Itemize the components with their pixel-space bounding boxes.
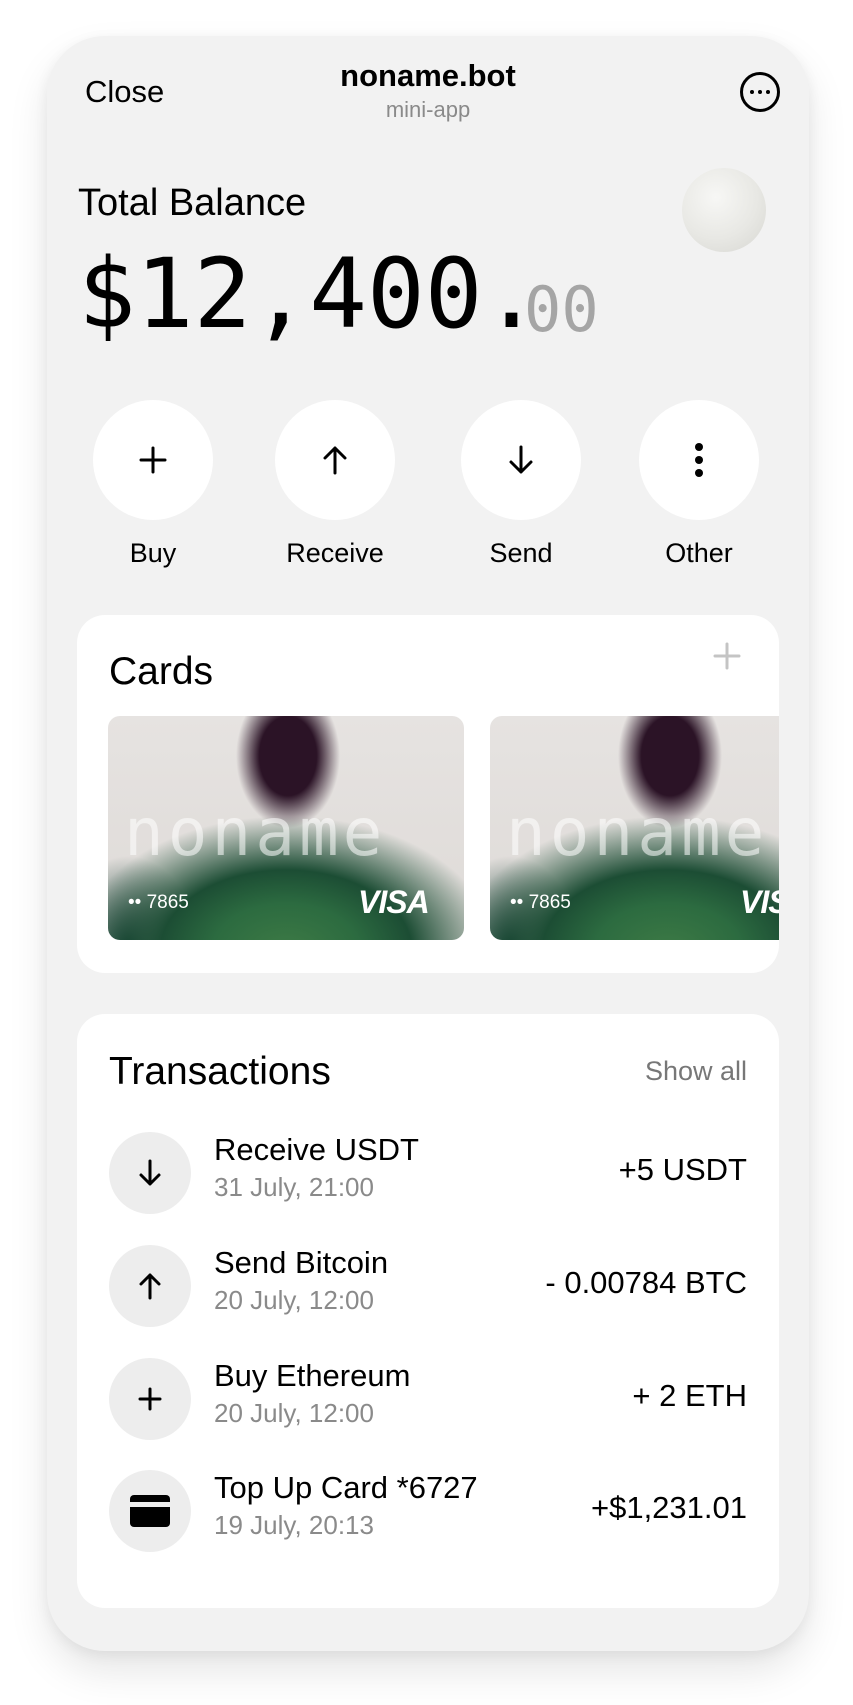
card-last-digits: •• 7865 (128, 892, 189, 913)
total-balance-cents: 00 (524, 273, 599, 346)
more-horizontal-icon (750, 90, 770, 94)
show-all-link[interactable]: Show all (645, 1056, 747, 1087)
transaction-date: 20 July, 12:00 (214, 1398, 374, 1428)
plus-icon (138, 1387, 162, 1411)
card-wordmark: noname (124, 794, 387, 871)
total-balance-amount: $12,400. (78, 238, 541, 350)
cards-panel: Cards noname •• 7865 VISA noname •• 7865… (77, 615, 779, 973)
payment-card[interactable]: noname •• 7865 VISA (490, 716, 779, 940)
arrow-down-icon (509, 445, 533, 474)
total-balance-label: Total Balance (78, 182, 307, 224)
send-button[interactable]: Send (461, 400, 581, 569)
transaction-title: Buy Ethereum (214, 1358, 411, 1393)
arrow-up-icon (323, 446, 347, 475)
transaction-title: Top Up Card *6727 (214, 1470, 478, 1505)
app-subtitle: mini-app (385, 97, 471, 122)
arrow-up-icon (139, 1273, 161, 1300)
other-button[interactable]: Other (639, 400, 759, 569)
transaction-date: 20 July, 12:00 (214, 1285, 374, 1315)
arrow-down-icon (139, 1159, 161, 1186)
transaction-amount: +$1,231.01 (590, 1490, 747, 1525)
cards-title: Cards (109, 650, 214, 693)
add-card-icon[interactable] (713, 642, 741, 670)
card-last-digits: •• 7865 (510, 892, 571, 913)
transaction-title: Receive USDT (214, 1132, 419, 1167)
transaction-date: 31 July, 21:00 (214, 1172, 374, 1202)
payment-card[interactable]: noname •• 7865 VISA (108, 716, 464, 940)
plus-icon (139, 446, 167, 474)
transaction-row[interactable]: Top Up Card *6727 19 July, 20:13 +$1,231… (109, 1470, 747, 1556)
transaction-row[interactable]: Send Bitcoin 20 July, 12:00 - 0.00784 BT… (109, 1245, 747, 1331)
phone-frame: Close noname.bot mini-app Total Balance … (47, 36, 809, 1651)
transaction-amount: +5 USDT (618, 1152, 747, 1187)
card-icon (130, 1495, 170, 1527)
app-title: noname.bot (340, 58, 516, 93)
transaction-row[interactable]: Receive USDT 31 July, 21:00 +5 USDT (109, 1132, 747, 1218)
visa-logo: VISA (740, 884, 779, 920)
receive-label: Receive (286, 538, 384, 568)
transaction-amount: + 2 ETH (632, 1378, 747, 1413)
transactions-title: Transactions (109, 1050, 331, 1093)
vertical-dots-icon (695, 443, 703, 477)
send-label: Send (489, 538, 553, 568)
avatar[interactable] (682, 168, 766, 252)
card-wordmark: noname (506, 794, 769, 871)
transactions-panel: Transactions Show all Receive USDT 31 Ju… (77, 1014, 779, 1608)
visa-logo: VISA (358, 884, 430, 920)
buy-label: Buy (129, 538, 177, 568)
transaction-amount: - 0.00784 BTC (545, 1265, 747, 1300)
transaction-title: Send Bitcoin (214, 1245, 389, 1280)
transaction-row[interactable]: Buy Ethereum 20 July, 12:00 + 2 ETH (109, 1358, 747, 1444)
more-menu-button[interactable] (740, 72, 780, 112)
transaction-date: 19 July, 20:13 (214, 1510, 374, 1540)
other-label: Other (665, 538, 733, 568)
buy-button[interactable]: Buy (93, 400, 213, 569)
receive-button[interactable]: Receive (275, 400, 395, 569)
